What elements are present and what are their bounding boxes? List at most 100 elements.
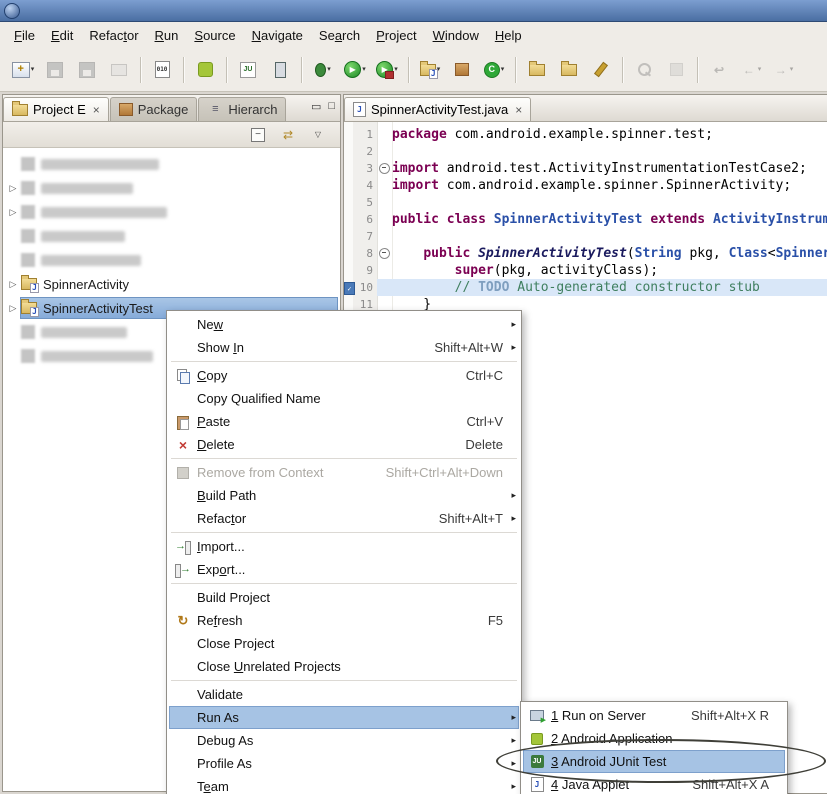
close-icon[interactable]: ×: [515, 103, 522, 117]
external-tools-button[interactable]: ▶▾: [372, 56, 402, 84]
tree-item-blurred[interactable]: [3, 224, 340, 248]
tab-package-explorer[interactable]: Package: [110, 97, 198, 121]
server-run-icon: [529, 708, 545, 724]
collapse-all-icon: −: [251, 128, 265, 142]
forward-button: →▾: [768, 56, 798, 84]
editor-tab-spinneractivitytest-java[interactable]: J SpinnerActivityTest.java ×: [344, 97, 531, 121]
menu-navigate[interactable]: Navigate: [244, 25, 311, 46]
accelerator-label: Shift+Alt+W: [416, 340, 503, 355]
expand-arrow-icon[interactable]: ▷: [5, 207, 21, 218]
new-class-button-dropdown[interactable]: ▾: [501, 66, 505, 73]
context-menu-item-team[interactable]: Team▸: [169, 775, 519, 794]
menu-refactor[interactable]: Refactor: [81, 25, 146, 46]
tab-hierarchy[interactable]: ≡ Hierarch: [198, 97, 286, 121]
new-junit-test-button[interactable]: JU: [233, 56, 263, 84]
menu-help[interactable]: Help: [487, 25, 530, 46]
accelerator-label: Shift+Alt+X R: [673, 708, 769, 723]
menu-file[interactable]: File: [6, 25, 43, 46]
new-wizard-button[interactable]: +▾: [8, 56, 38, 84]
tree-item-blurred[interactable]: [3, 152, 340, 176]
package-icon: [119, 103, 133, 116]
tree-item-blurred[interactable]: ▷: [3, 176, 340, 200]
context-menu-item-import[interactable]: →Import...: [169, 535, 519, 558]
expand-arrow-icon[interactable]: ▷: [5, 183, 21, 194]
open-task-button[interactable]: [522, 56, 552, 84]
context-menu-item-profile-as[interactable]: Profile As▸: [169, 752, 519, 775]
link-with-editor-button[interactable]: ⇄: [278, 125, 298, 145]
menu-project[interactable]: Project: [368, 25, 424, 46]
context-menu-item-validate[interactable]: Validate: [169, 683, 519, 706]
toolbar-separator: [515, 57, 516, 83]
remove-context-icon: [175, 465, 191, 481]
context-menu-item-debug-as[interactable]: Debug As▸: [169, 729, 519, 752]
code-line-8: 8 public SpinnerActivityTest(String pkg,…: [344, 245, 827, 262]
menu-separator: [171, 583, 517, 584]
context-menu-item-refresh[interactable]: ↻RefreshF5: [169, 609, 519, 632]
avd-manager-button[interactable]: [265, 56, 295, 84]
context-menu-item-show-in[interactable]: Show InShift+Alt+W▸: [169, 336, 519, 359]
submenu-arrow-icon: ▸: [503, 781, 516, 792]
menu-source[interactable]: Source: [186, 25, 243, 46]
context-menu-item-refactor[interactable]: RefactorShift+Alt+T▸: [169, 507, 519, 530]
code-line-2: 2: [344, 143, 827, 160]
new-class-button[interactable]: C▾: [479, 56, 509, 84]
context-menu-item-delete[interactable]: ×DeleteDelete: [169, 433, 519, 456]
expand-arrow-icon[interactable]: ▷: [5, 303, 21, 314]
menu-window[interactable]: Window: [425, 25, 487, 46]
new-java-project-button[interactable]: J▾: [415, 56, 445, 84]
view-menu-icon: ▽: [310, 127, 326, 143]
accelerator-label: Ctrl+C: [448, 368, 503, 383]
debug-button[interactable]: ▾: [308, 56, 338, 84]
minimize-view-button[interactable]: ▭: [311, 100, 321, 113]
run-as-item-2-android-application[interactable]: 2 Android Application: [523, 727, 785, 750]
new-package-button[interactable]: [447, 56, 477, 84]
tree-item-spinneractivity[interactable]: ▷JSpinnerActivity: [3, 272, 340, 296]
collapse-all-button[interactable]: −: [248, 125, 268, 145]
context-menu-item-close-unrelated-projects[interactable]: Close Unrelated Projects: [169, 655, 519, 678]
android-app-icon: [529, 731, 545, 747]
refresh-icon: ↻: [175, 613, 191, 629]
class-icon: C: [484, 62, 500, 78]
fold-marker-icon[interactable]: [379, 248, 390, 259]
context-menu-item-new[interactable]: New▸: [169, 313, 519, 336]
hierarchy-icon: ≡: [207, 102, 223, 118]
run-as-item-4-java-applet[interactable]: J4 Java AppletShift+Alt+X A: [523, 773, 785, 794]
debug-button-dropdown[interactable]: ▾: [327, 66, 331, 73]
tab-project-explorer[interactable]: Project E ×: [3, 97, 109, 121]
new-wizard-icon: +: [12, 62, 30, 78]
context-menu-item-close-project[interactable]: Close Project: [169, 632, 519, 655]
editor-mark-button[interactable]: [586, 56, 616, 84]
fold-marker-icon[interactable]: [379, 163, 390, 174]
android-sdk-manager-button[interactable]: [190, 56, 220, 84]
context-menu-item-build-path[interactable]: Build Path▸: [169, 484, 519, 507]
maximize-view-button[interactable]: □: [328, 100, 335, 113]
open-resource-button[interactable]: [554, 56, 584, 84]
run-as-item-3-android-junit-test[interactable]: JU3 Android JUnit Test: [523, 750, 785, 773]
window-icon: [4, 3, 20, 19]
context-menu-item-paste[interactable]: PasteCtrl+V: [169, 410, 519, 433]
run-button[interactable]: ▶▾: [340, 56, 370, 84]
context-menu-item-copy-qualified-name[interactable]: Copy Qualified Name: [169, 387, 519, 410]
context-menu-item-run-as[interactable]: Run As▸: [169, 706, 519, 729]
menu-run[interactable]: Run: [147, 25, 187, 46]
binary-xml-editor-button[interactable]: 010: [147, 56, 177, 84]
context-menu-item-export[interactable]: →Export...: [169, 558, 519, 581]
tree-item-blurred[interactable]: [3, 248, 340, 272]
view-menu-button[interactable]: ▽: [308, 125, 328, 145]
new-wizard-button-dropdown[interactable]: ▾: [31, 66, 35, 73]
back-button: ←▾: [736, 56, 766, 84]
expand-arrow-icon[interactable]: ▷: [5, 279, 21, 290]
junit-icon: JU: [240, 62, 256, 78]
run-as-item-1-run-on-server[interactable]: 1 Run on ServerShift+Alt+X R: [523, 704, 785, 727]
tab-label: Project E: [33, 102, 86, 117]
tree-item-blurred[interactable]: ▷: [3, 200, 340, 224]
close-icon[interactable]: ×: [93, 103, 100, 117]
menu-search[interactable]: Search: [311, 25, 368, 46]
run-icon: ▶: [344, 61, 361, 78]
external-tools-button-dropdown[interactable]: ▾: [394, 66, 398, 73]
context-menu-item-build-project[interactable]: Build Project: [169, 586, 519, 609]
menu-edit[interactable]: Edit: [43, 25, 81, 46]
run-button-dropdown[interactable]: ▾: [362, 66, 366, 73]
context-menu-item-copy[interactable]: CopyCtrl+C: [169, 364, 519, 387]
code-line-6: 6public class SpinnerActivityTest extend…: [344, 211, 827, 228]
